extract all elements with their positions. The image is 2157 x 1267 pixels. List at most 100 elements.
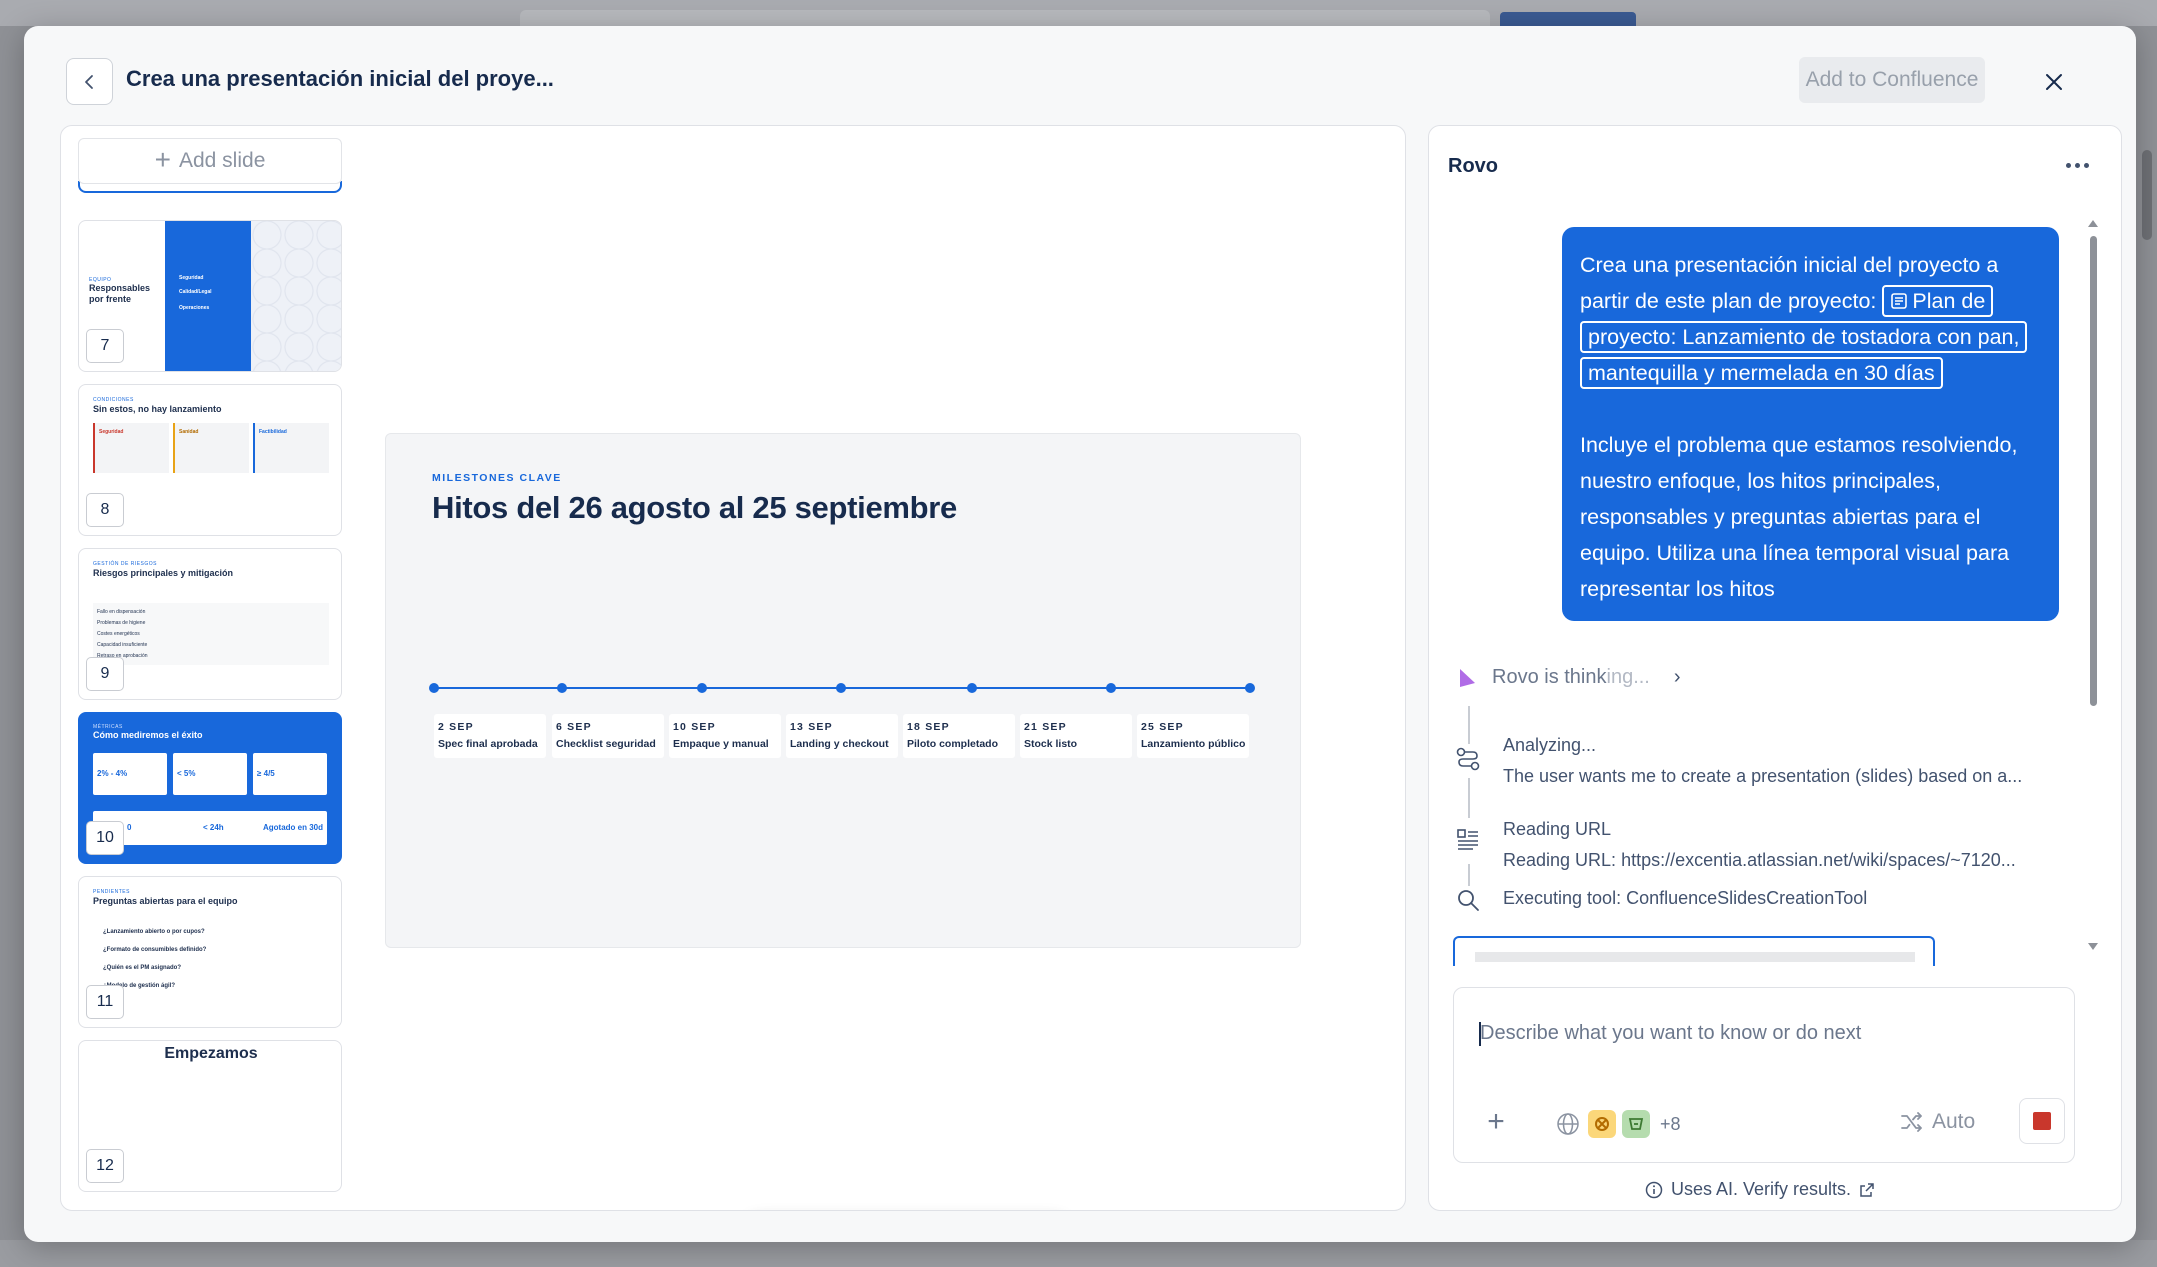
thumb-row: Fallo en dispensación — [97, 609, 146, 615]
thumb-card-title: Factibilidad — [259, 429, 287, 435]
add-slide-label: Add slide — [178, 149, 266, 172]
page-icon — [1891, 293, 1908, 309]
info-icon — [1645, 1181, 1663, 1198]
thumb-card-title: Sanidad — [179, 429, 199, 435]
milestone-card: 18 SEP Piloto completado — [903, 714, 1015, 758]
back-button[interactable] — [66, 58, 113, 105]
user-message-bubble: Crea una presentación inicial del proyec… — [1562, 227, 2059, 621]
milestone-date: 18 SEP — [907, 721, 950, 733]
step-connector — [1468, 864, 1470, 886]
thumb-metric-card: 2% - 4% — [93, 753, 167, 795]
stop-icon — [2033, 1112, 2051, 1130]
add-attachment-button[interactable]: + — [1480, 1105, 1512, 1138]
thumb-title: Preguntas abiertas para el equipo — [93, 896, 238, 906]
milestone-date: 10 SEP — [673, 721, 716, 733]
step-executing-tool: Executing tool: ConfluenceSlidesCreation… — [1503, 888, 1867, 909]
step-reading-url: Reading URL Reading URL: https://excenti… — [1503, 819, 2016, 871]
mode-selector-button[interactable]: Auto — [1900, 1110, 1975, 1134]
thumb-number: 11 — [86, 985, 124, 1019]
ai-disclaimer[interactable]: Uses AI. Verify results. — [1645, 1179, 1875, 1200]
timeline-dot — [967, 683, 977, 693]
thumb-metric: < 24h — [203, 823, 224, 832]
rovo-title: Rovo — [1448, 155, 1498, 177]
add-to-confluence-button[interactable]: Add to Confluence — [1799, 57, 1985, 103]
milestone-label: Checklist seguridad — [556, 738, 656, 750]
thumbnail-slide-12[interactable]: Empezamos 12 — [78, 1040, 342, 1192]
timeline-dot — [1106, 683, 1116, 693]
rovo-logo-icon — [1460, 668, 1475, 687]
thumb-metric: < 5% — [177, 769, 196, 778]
timeline-dot — [557, 683, 567, 693]
thumb-metric-card: ≥ 4/5 — [253, 753, 327, 795]
milestone-card: 25 SEP Lanzamiento público — [1137, 714, 1249, 758]
step-detail: The user wants me to create a presentati… — [1503, 766, 2023, 786]
add-slide-button[interactable]: + Add slide — [78, 138, 342, 184]
thumb-metric: 2% - 4% — [97, 769, 128, 778]
slide-canvas[interactable]: MILESTONES CLAVE Hitos del 26 agosto al … — [385, 433, 1301, 948]
thumb-eyebrow: CONDICIONES — [93, 397, 134, 403]
milestone-date: 13 SEP — [790, 721, 833, 733]
sources-selector[interactable]: +8 — [1554, 1110, 1681, 1138]
timeline-end — [1245, 685, 1251, 691]
thumbnail-slide-11[interactable]: PENDIENTES Preguntas abiertas para el eq… — [78, 876, 342, 1028]
thumb-row: Problemas de higiene — [97, 620, 146, 626]
scroll-thumb[interactable] — [2090, 236, 2097, 706]
step-detail: Reading URL: https://excentia.atlassian.… — [1503, 850, 2016, 870]
disclaimer-text: Uses AI. Verify results. — [1671, 1179, 1852, 1199]
external-link-icon — [1860, 1182, 1874, 1197]
globe-icon — [1557, 1113, 1579, 1135]
milestone-date: 2 SEP — [438, 721, 474, 733]
thumb-question: ¿Lanzamiento abierto o por cupos? — [103, 929, 205, 935]
slide-title: Hitos del 26 agosto al 25 septiembre — [432, 490, 957, 525]
timeline-dot — [429, 683, 439, 693]
slide-eyebrow: MILESTONES CLAVE — [432, 472, 562, 484]
thumb-number: 7 — [86, 329, 124, 363]
thumb-question: ¿Formato de consumibles definido? — [103, 947, 207, 953]
thinking-indicator[interactable]: Rovo is thinking... › — [1456, 666, 1681, 689]
thumb-title: Sin estos, no hay lanzamiento — [93, 404, 222, 414]
step-heading: Analyzing... — [1503, 735, 1597, 755]
stop-generation-button[interactable] — [2019, 1098, 2065, 1144]
more-options-icon[interactable] — [2057, 150, 2097, 180]
chevron-left-icon — [84, 74, 93, 89]
shuffle-icon — [1901, 1112, 1922, 1132]
milestone-label: Landing y checkout — [790, 738, 889, 750]
chat-scrollbar[interactable] — [2087, 214, 2099, 954]
milestone-label: Spec final aprobada — [438, 738, 538, 750]
thumb-blue-panel: Seguridad Calidad/Legal Operaciones — [165, 221, 251, 371]
result-card-preview[interactable] — [1453, 936, 1935, 966]
rovo-panel: Rovo Crea una presentación inicial del p… — [1428, 125, 2122, 1211]
modal-title: Crea una presentación inicial del proye.… — [126, 66, 554, 91]
milestone-card: 13 SEP Landing y checkout — [786, 714, 898, 758]
thumbnail-slide-10[interactable]: MÉTRICAS Cómo mediremos el éxito 2% - 4%… — [78, 712, 342, 864]
thumb-card-title: Seguridad — [99, 429, 124, 435]
thumb-item: Seguridad — [179, 275, 204, 281]
timeline-dot — [697, 683, 707, 693]
step-analyzing: Analyzing... The user wants me to create… — [1503, 735, 2022, 787]
slide-thumbnails: + Add slide EQUIPO Responsables por fren… — [61, 126, 351, 1210]
thumb-question: ¿Quién es el PM asignado? — [103, 965, 182, 971]
thumb-number: 9 — [86, 657, 124, 691]
milestone-label: Empaque y manual — [673, 738, 769, 750]
timeline-dot — [836, 683, 846, 693]
chevron-right-icon: › — [1673, 666, 1681, 688]
thumb-metric: ≥ 4/5 — [257, 769, 275, 778]
thumb-item: Operaciones — [179, 305, 210, 311]
chat-input[interactable]: Describe what you want to know or do nex… — [1453, 987, 2075, 1163]
thumb-title: Responsables por frente — [89, 283, 151, 304]
thumbnail-slide-9[interactable]: GESTIÓN DE RIESGOS Riesgos principales y… — [78, 548, 342, 700]
thumb-number: 10 — [86, 821, 124, 855]
slide-editor: + Add slide EQUIPO Responsables por fren… — [60, 125, 1406, 1211]
close-button[interactable] — [2034, 62, 2074, 102]
step-connector — [1468, 706, 1470, 744]
presentation-modal: Crea una presentación inicial del proye.… — [24, 26, 2136, 1242]
scroll-down-icon — [2088, 943, 2098, 950]
thumb-item: Calidad/Legal — [179, 289, 212, 295]
thumb-title: Empezamos — [164, 1045, 258, 1062]
milestone-label: Piloto completado — [907, 738, 999, 750]
thumb-title: Cómo mediremos el éxito — [93, 730, 203, 740]
thumbnail-slide-7[interactable]: EQUIPO Responsables por frente Seguridad… — [78, 220, 342, 372]
thumb-card: Seguridad — [93, 423, 169, 473]
milestone-label: Stock listo — [1024, 738, 1078, 750]
thumbnail-slide-8[interactable]: CONDICIONES Sin estos, no hay lanzamient… — [78, 384, 342, 536]
